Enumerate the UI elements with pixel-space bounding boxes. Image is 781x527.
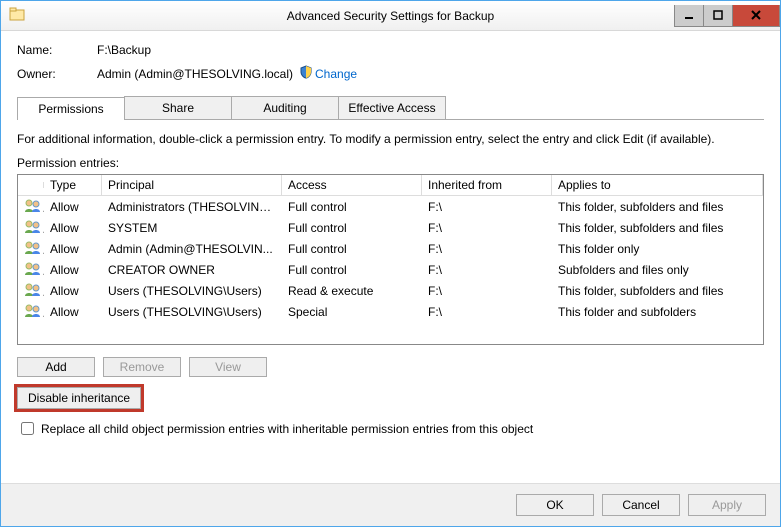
cell-access: Full control: [282, 261, 422, 279]
owner-label: Owner:: [17, 67, 97, 81]
cancel-button[interactable]: Cancel: [602, 494, 680, 516]
col-access[interactable]: Access: [282, 175, 422, 195]
table-header: Type Principal Access Inherited from App…: [18, 175, 763, 196]
cell-principal: Users (THESOLVING\Users): [102, 303, 282, 321]
cell-type: Allow: [44, 198, 102, 216]
col-principal[interactable]: Principal: [102, 175, 282, 195]
cell-access: Read & execute: [282, 282, 422, 300]
table-row[interactable]: AllowAdministrators (THESOLVING...Full c…: [18, 196, 763, 217]
cell-principal: SYSTEM: [102, 219, 282, 237]
cell-applies: This folder only: [552, 240, 763, 258]
cell-inherited: F:\: [422, 219, 552, 237]
tabstrip: Permissions Share Auditing Effective Acc…: [17, 96, 764, 120]
users-icon: [18, 280, 44, 301]
table-row[interactable]: AllowUsers (THESOLVING\Users)SpecialF:\T…: [18, 301, 763, 322]
tab-effective-access[interactable]: Effective Access: [338, 96, 446, 119]
add-button[interactable]: Add: [17, 357, 95, 377]
cell-applies: This folder, subfolders and files: [552, 198, 763, 216]
cell-access: Full control: [282, 219, 422, 237]
tab-permissions[interactable]: Permissions: [17, 97, 125, 120]
cell-applies: Subfolders and files only: [552, 261, 763, 279]
cell-inherited: F:\: [422, 261, 552, 279]
close-button[interactable]: [732, 5, 780, 27]
col-inherited[interactable]: Inherited from: [422, 175, 552, 195]
table-row[interactable]: AllowAdmin (Admin@THESOLVIN...Full contr…: [18, 238, 763, 259]
cell-access: Full control: [282, 198, 422, 216]
cell-type: Allow: [44, 261, 102, 279]
maximize-button[interactable]: [703, 5, 733, 27]
shield-icon: [299, 65, 313, 82]
cell-inherited: F:\: [422, 303, 552, 321]
users-icon: [18, 217, 44, 238]
permissions-table: Type Principal Access Inherited from App…: [17, 174, 764, 345]
table-row[interactable]: AllowUsers (THESOLVING\Users)Read & exec…: [18, 280, 763, 301]
tab-auditing[interactable]: Auditing: [231, 96, 339, 119]
minimize-button[interactable]: [674, 5, 704, 27]
view-button: View: [189, 357, 267, 377]
info-text: For additional information, double-click…: [17, 132, 764, 146]
cell-access: Special: [282, 303, 422, 321]
name-value: F:\Backup: [97, 43, 151, 57]
cell-principal: CREATOR OWNER: [102, 261, 282, 279]
replace-children-checkbox[interactable]: [21, 422, 34, 435]
cell-inherited: F:\: [422, 240, 552, 258]
col-applies[interactable]: Applies to: [552, 175, 763, 195]
cell-type: Allow: [44, 219, 102, 237]
cell-applies: This folder, subfolders and files: [552, 282, 763, 300]
entries-label: Permission entries:: [17, 156, 764, 170]
ok-button[interactable]: OK: [516, 494, 594, 516]
cell-principal: Users (THESOLVING\Users): [102, 282, 282, 300]
dialog-footer: OK Cancel Apply: [1, 483, 780, 526]
replace-children-label: Replace all child object permission entr…: [41, 422, 533, 436]
disable-inheritance-button[interactable]: Disable inheritance: [17, 387, 141, 409]
cell-inherited: F:\: [422, 282, 552, 300]
cell-type: Allow: [44, 303, 102, 321]
users-icon: [18, 301, 44, 322]
users-icon: [18, 196, 44, 217]
change-owner-link[interactable]: Change: [315, 67, 357, 81]
users-icon: [18, 238, 44, 259]
name-label: Name:: [17, 43, 97, 57]
cell-access: Full control: [282, 240, 422, 258]
cell-applies: This folder and subfolders: [552, 303, 763, 321]
titlebar: Advanced Security Settings for Backup: [1, 1, 780, 31]
tab-share[interactable]: Share: [124, 96, 232, 119]
owner-value: Admin (Admin@THESOLVING.local): [97, 67, 293, 81]
window-title: Advanced Security Settings for Backup: [1, 9, 780, 23]
cell-type: Allow: [44, 282, 102, 300]
remove-button: Remove: [103, 357, 181, 377]
cell-inherited: F:\: [422, 198, 552, 216]
folder-icon: [9, 6, 25, 25]
cell-applies: This folder, subfolders and files: [552, 219, 763, 237]
cell-principal: Administrators (THESOLVING...: [102, 198, 282, 216]
table-row[interactable]: AllowCREATOR OWNERFull controlF:\Subfold…: [18, 259, 763, 280]
users-icon: [18, 259, 44, 280]
apply-button: Apply: [688, 494, 766, 516]
cell-type: Allow: [44, 240, 102, 258]
col-type[interactable]: Type: [44, 175, 102, 195]
cell-principal: Admin (Admin@THESOLVIN...: [102, 240, 282, 258]
table-row[interactable]: AllowSYSTEMFull controlF:\This folder, s…: [18, 217, 763, 238]
